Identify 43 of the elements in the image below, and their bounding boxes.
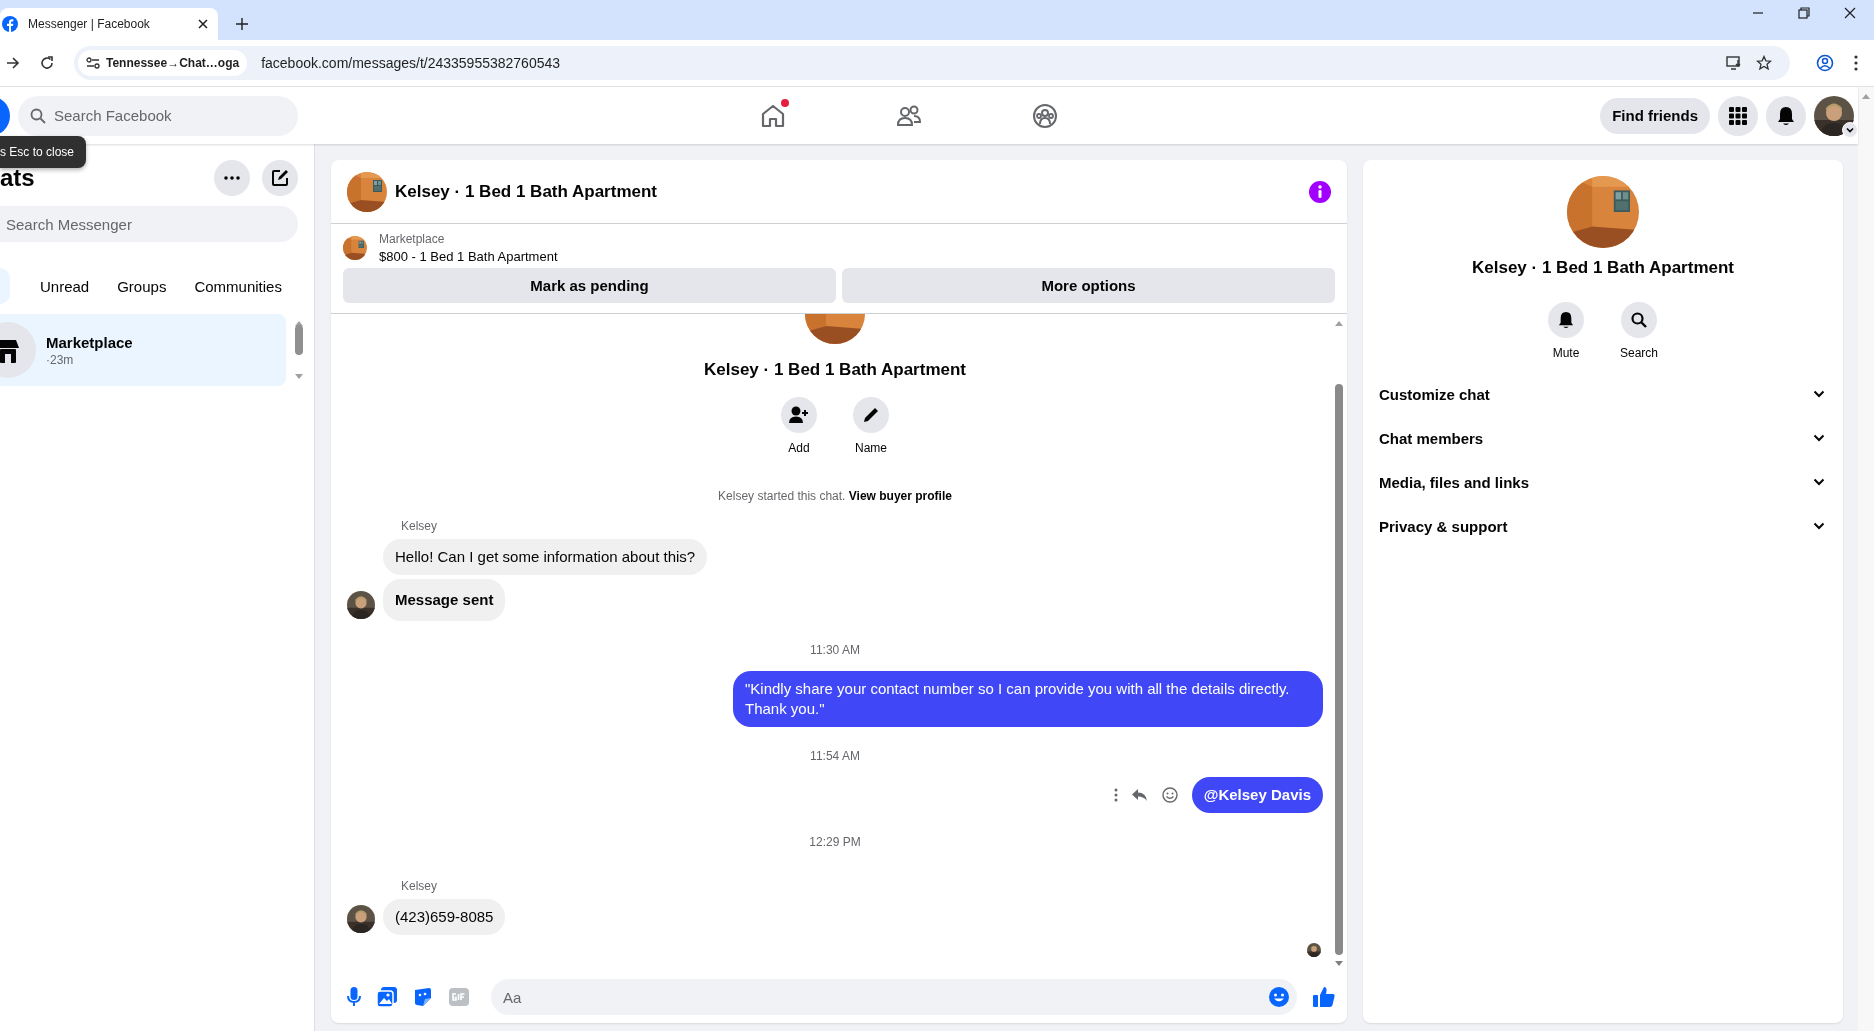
browser-tab[interactable]: Messenger | Facebook: [0, 8, 218, 40]
details-section[interactable]: Customize chat: [1379, 372, 1825, 416]
message-bubble[interactable]: Message sent: [383, 579, 506, 621]
site-info-chip[interactable]: Tennessee→Chat…oga: [78, 50, 248, 76]
search-field[interactable]: Search Messenger: [0, 206, 298, 242]
sender-name: Kelsey: [401, 879, 439, 893]
tab-title: Messenger | Facebook: [28, 17, 151, 31]
conversation-title[interactable]: Kelsey · 1 Bed 1 Bath Apartment: [395, 181, 657, 202]
contact-name: Kelsey · 1 Bed 1 Bath Apartment: [704, 360, 966, 380]
chat-name: Marketplace: [46, 333, 133, 351]
filter-tab[interactable]: Communities: [182, 269, 294, 303]
listing-action-button[interactable]: More options: [842, 268, 1335, 303]
timestamp: 12:29 PM: [809, 835, 861, 849]
timestamp: 11:54 AM: [810, 749, 860, 763]
listing-action-button[interactable]: Mark as pending: [343, 268, 836, 303]
message-field[interactable]: Aa: [491, 979, 1297, 1015]
action-label: Mute: [1552, 346, 1580, 360]
details-section[interactable]: Privacy & support: [1379, 504, 1825, 548]
chat-time: ·23m: [46, 352, 75, 367]
chat-list-item[interactable]: Marketplace ·23m: [0, 314, 286, 386]
details-section[interactable]: Chat members: [1379, 416, 1825, 460]
filter-tab[interactable]: Unread: [28, 269, 102, 303]
sender-name: Kelsey: [401, 519, 439, 533]
listing-source: Marketplace: [379, 232, 446, 246]
action-label: Add: [788, 441, 810, 455]
url-text: facebook.com/messages/t/24335955382760543: [261, 55, 561, 71]
filter-tab[interactable]: Groups: [105, 269, 179, 303]
listing-title[interactable]: $800 - 1 Bed 1 Bath Apartment: [379, 249, 558, 264]
action-label: Name: [855, 441, 887, 455]
timestamp: 11:30 AM: [810, 643, 860, 657]
details-section[interactable]: Media, files and links: [1379, 460, 1825, 504]
message-bubble[interactable]: (423)659-8085: [383, 899, 506, 935]
address-bar[interactable]: Tennessee→Chat…oga facebook.com/messages/t/24335955382760543: [74, 46, 1790, 80]
search-field[interactable]: Search Facebook: [18, 95, 298, 136]
contact-name: Kelsey · 1 Bed 1 Bath Apartment: [1472, 258, 1734, 278]
message-bubble[interactable]: Hello! Can I get some information about this?: [383, 539, 708, 575]
message-bubble[interactable]: @Kelsey Davis: [1191, 777, 1323, 813]
tooltip: s Esc to close: [0, 136, 87, 168]
action-label: Search: [1620, 346, 1658, 360]
chat-started-notice: Kelsey started this chat. View buyer profile: [718, 489, 952, 503]
find-friends-button[interactable]: Find friends: [1600, 97, 1710, 134]
view-buyer-profile-link[interactable]: View buyer profile: [848, 489, 952, 503]
message-bubble[interactable]: "Kindly share your contact number so I can provide you with all the details directly. Thank you.": [733, 671, 1323, 727]
